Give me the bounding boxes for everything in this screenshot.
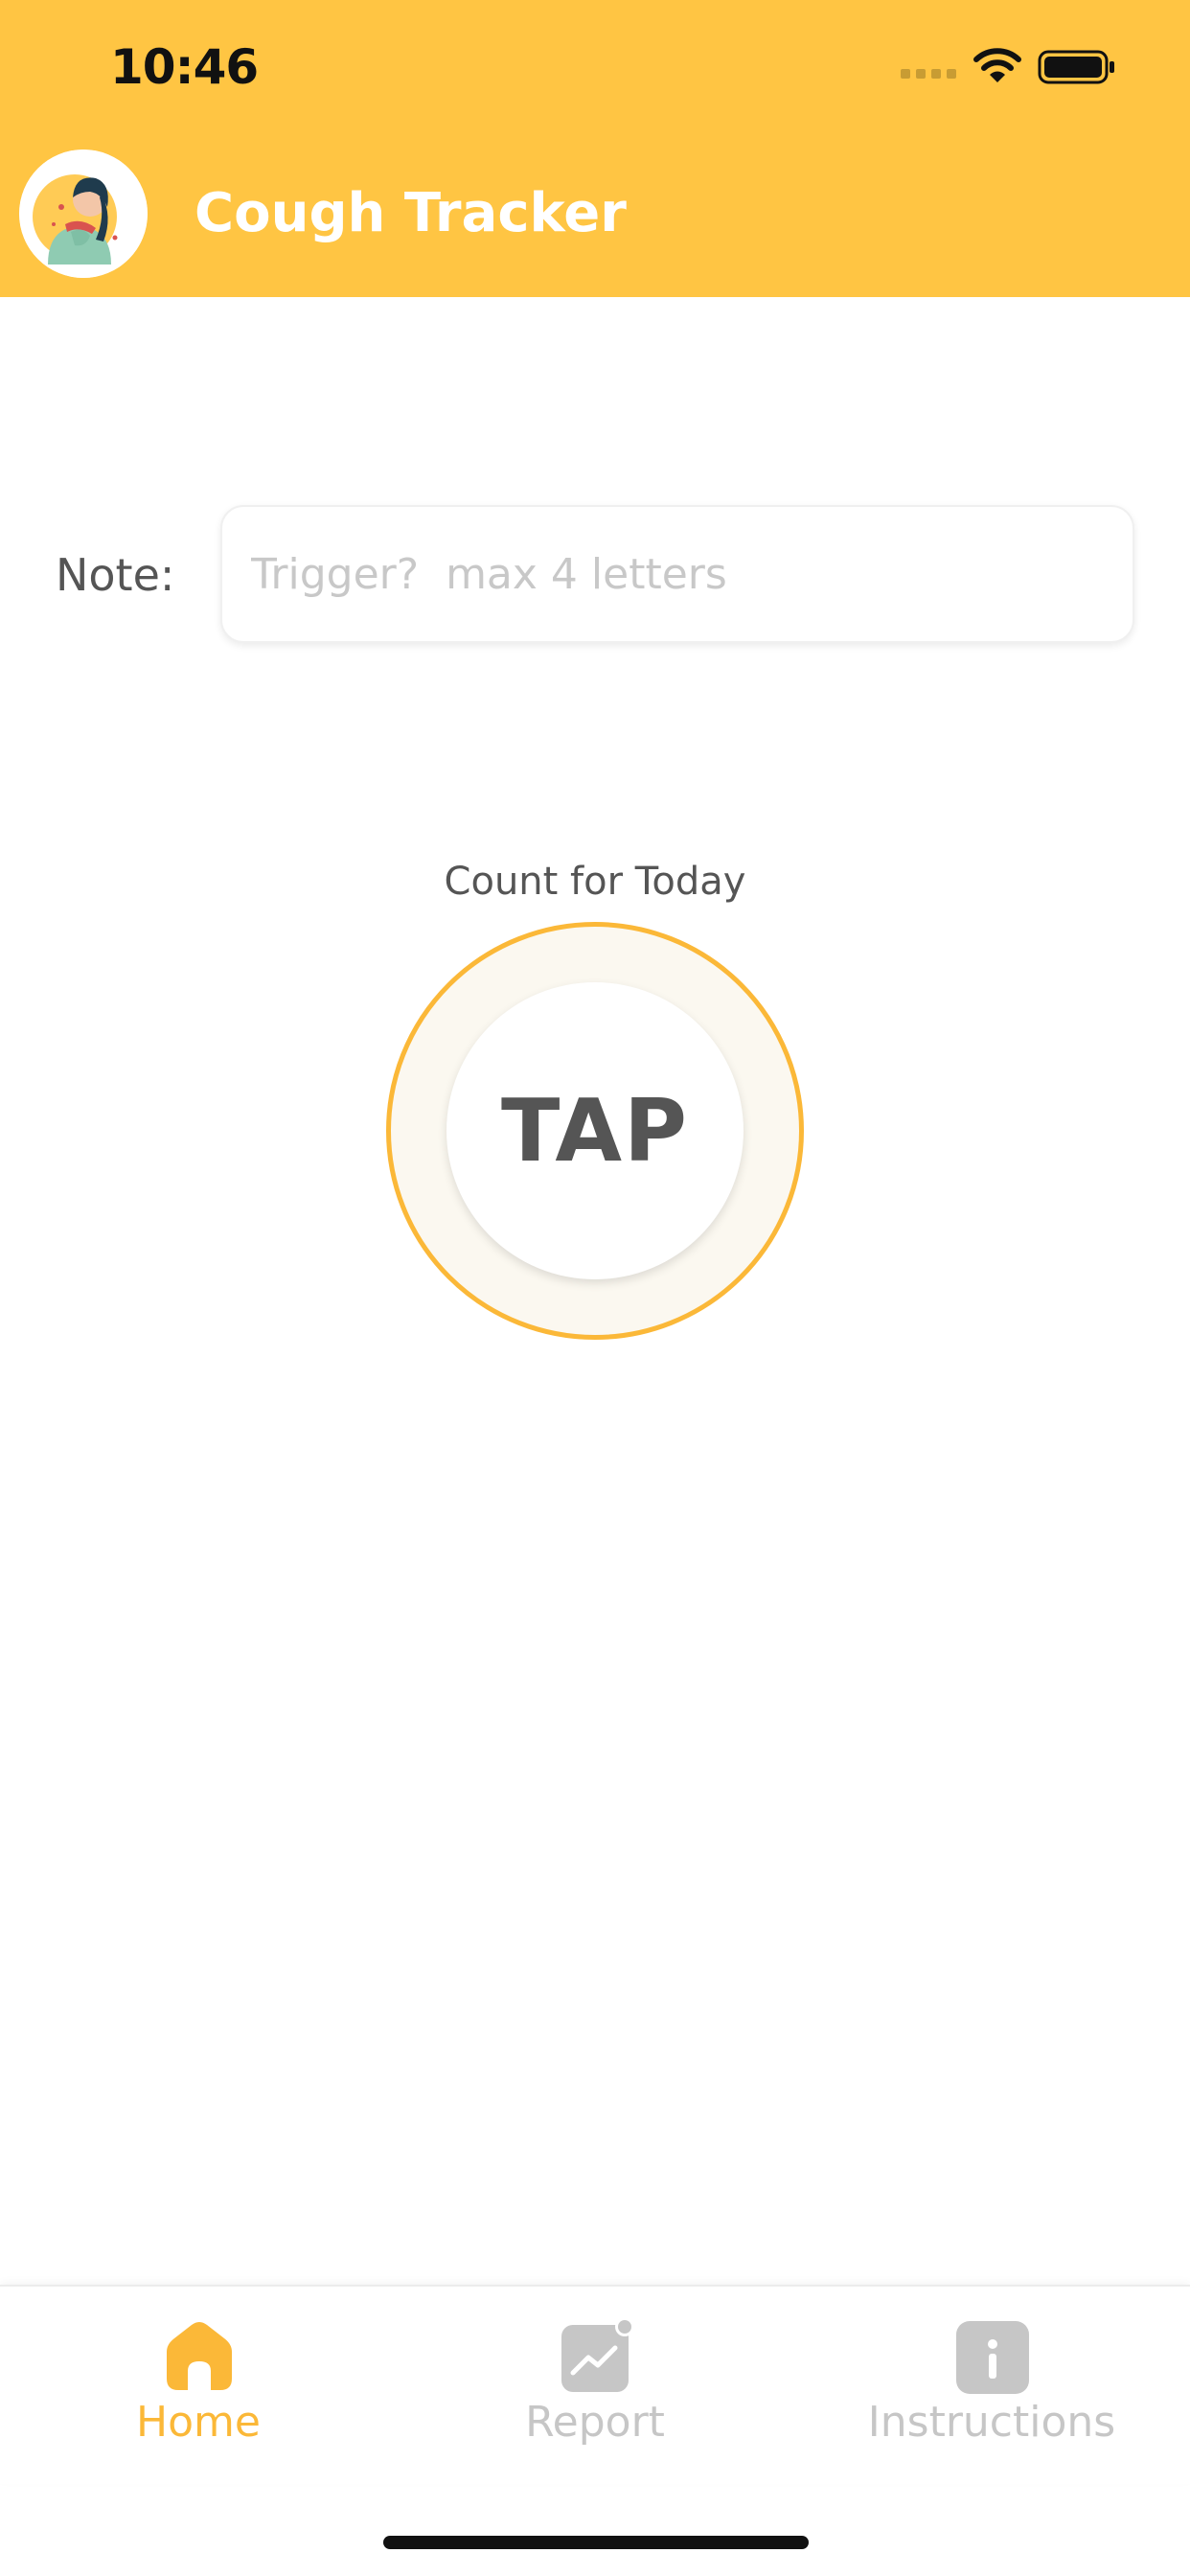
count-for-today-label: Count for Today bbox=[444, 860, 746, 904]
app-header: 10:46 Cough Tracker bbox=[0, 0, 1190, 297]
app-logo-avatar bbox=[19, 150, 148, 278]
app-title: Cough Tracker bbox=[195, 182, 627, 244]
info-icon bbox=[956, 2321, 1029, 2394]
bottom-tab-bar: Home Report Instructions bbox=[0, 2285, 1190, 2484]
wifi-icon bbox=[973, 48, 1021, 82]
note-input[interactable] bbox=[220, 505, 1134, 643]
tab-label-home: Home bbox=[136, 2398, 261, 2447]
tab-home[interactable]: Home bbox=[0, 2287, 397, 2484]
coughing-person-illustration bbox=[19, 150, 148, 278]
tap-counter-ring[interactable]: TAP bbox=[386, 922, 804, 1340]
home-indicator bbox=[383, 2536, 809, 2549]
note-label: Note: bbox=[56, 549, 175, 601]
tap-button[interactable]: TAP bbox=[446, 982, 744, 1279]
report-chart-icon bbox=[561, 2317, 634, 2392]
tab-instructions[interactable]: Instructions bbox=[793, 2287, 1190, 2484]
battery-icon bbox=[1038, 50, 1114, 84]
home-icon bbox=[167, 2322, 232, 2390]
status-time: 10:46 bbox=[110, 39, 259, 95]
tab-report[interactable]: Report bbox=[397, 2287, 793, 2484]
cellular-signal-icon bbox=[901, 69, 958, 82]
tab-label-instructions: Instructions bbox=[867, 2398, 1116, 2447]
tab-label-report: Report bbox=[525, 2398, 665, 2447]
